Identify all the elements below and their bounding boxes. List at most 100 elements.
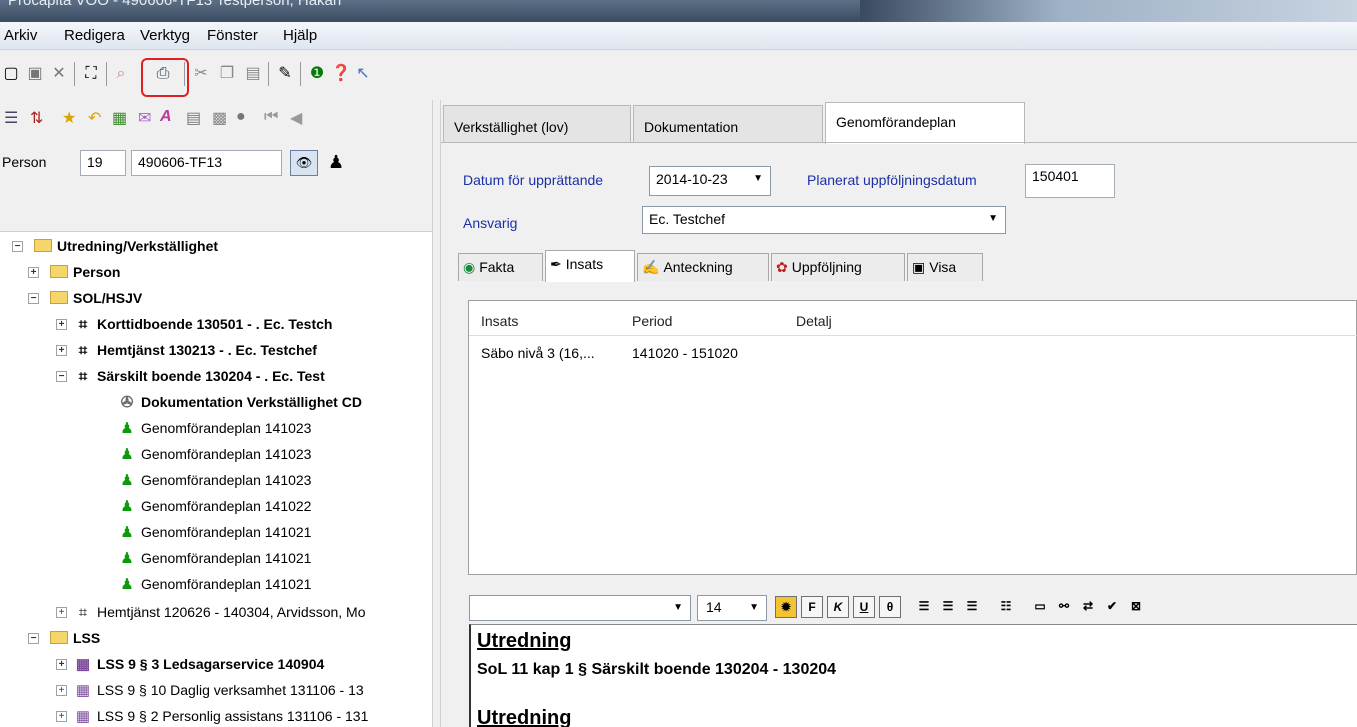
tree-sarskilt-boende[interactable]: − ⌗ Särskilt boende 130204 - . Ec. Test [56, 364, 325, 388]
tree-root[interactable]: − Utredning/Verkställighet [12, 234, 218, 258]
tree-hemtjanst-1[interactable]: + ⌗ Hemtjänst 130213 - . Ec. Testchef [56, 338, 317, 362]
mail-icon[interactable]: ✉ [138, 108, 151, 128]
tab-genomforandeplan[interactable]: Genomförandeplan [825, 102, 1025, 144]
view-person-button[interactable]: 👁 [290, 150, 318, 176]
bold-button[interactable]: F [801, 596, 823, 618]
tab-dokumentation[interactable]: Dokumentation [633, 105, 823, 142]
signature-pen-icon[interactable]: ✎ [274, 64, 296, 84]
align-center-icon[interactable]: ☰ [937, 596, 959, 618]
folder-icon [50, 631, 68, 644]
underline-button[interactable]: U [853, 596, 875, 618]
italic-button[interactable]: K [827, 596, 849, 618]
tree-genomforandeplan[interactable]: ♟ Genomförandeplan 141023 [118, 442, 311, 466]
undo-icon[interactable]: ↶ [88, 108, 101, 128]
bullet-list-icon[interactable]: ☷ [995, 596, 1017, 618]
person-plan-icon: ♟ [120, 576, 134, 593]
tree-lss-daglig-verksamhet[interactable]: + ▦ LSS 9 § 10 Daglig verksamhet 131106 -… [56, 678, 364, 702]
map-icon[interactable]: ▩ [212, 108, 227, 128]
replace-icon[interactable]: ⇄ [1077, 596, 1099, 618]
insert-icon[interactable]: ⊠ [1125, 596, 1147, 618]
folder-icon [50, 265, 68, 278]
column-detalj[interactable]: Detalj [796, 313, 832, 329]
help-icon[interactable]: ❓ [330, 64, 352, 84]
font-icon[interactable]: A [160, 108, 172, 126]
previous-record-icon[interactable]: ◀ [290, 108, 302, 128]
note-icon: ✍ [642, 259, 660, 275]
menu-arkiv[interactable]: Arkiv [4, 27, 37, 44]
chevron-down-icon: ▼ [673, 602, 683, 613]
folder-icon [34, 239, 52, 252]
tree-genomforandeplan[interactable]: ♟ Genomförandeplan 141022 [118, 494, 311, 518]
menu-redigera[interactable]: Redigera [64, 27, 125, 44]
pane-splitter[interactable] [432, 100, 441, 727]
menu-verktyg[interactable]: Verktyg [140, 27, 190, 44]
search-binoculars-icon[interactable]: ⛶ [80, 64, 102, 84]
new-document-icon[interactable]: ▢ [0, 64, 22, 84]
person-plan-icon: ♟ [120, 524, 134, 541]
list-icon[interactable]: ☰ [4, 108, 18, 128]
spellcheck-icon[interactable]: ✔ [1101, 596, 1123, 618]
tree-genomforandeplan[interactable]: ♟ Genomförandeplan 141023 [118, 416, 311, 440]
notes-icon[interactable]: ▤ [186, 108, 201, 128]
person-icon: ♟ [328, 152, 345, 172]
tree-dokumentation[interactable]: ✇ Dokumentation Verkställighet CD [118, 390, 362, 414]
strikethrough-icon[interactable]: θ [879, 596, 901, 618]
page-icon[interactable]: ▭ [1029, 596, 1051, 618]
editor-toolbar: ▼ 14 ▼ ✹ F K U θ ☰ ☰ ☰ ☷ ▭ ⚯ ⇄ ✔ ⊠ [469, 592, 1357, 622]
color-icon[interactable]: ✹ [775, 596, 797, 618]
tree-person[interactable]: + Person [28, 260, 120, 284]
paste-icon[interactable]: ▤ [242, 64, 264, 84]
tab-insats[interactable]: ✒ Insats [545, 250, 635, 282]
tab-uppfoljning[interactable]: ✿ Uppföljning [771, 253, 905, 281]
tab-fakta[interactable]: ◉ Fakta [458, 253, 543, 281]
tab-verkstallighet[interactable]: Verkställighet (lov) [443, 105, 631, 142]
tab-anteckning[interactable]: ✍ Anteckning [637, 253, 769, 281]
align-right-icon[interactable]: ☰ [961, 596, 983, 618]
save-icon[interactable]: ▣ [24, 64, 46, 84]
menu-fonster[interactable]: Fönster [207, 27, 258, 44]
menu-bar: Arkiv Redigera Verktyg Fönster Hjälp [0, 22, 1357, 50]
menu-hjalp[interactable]: Hjälp [283, 27, 317, 44]
tree-genomforandeplan[interactable]: ♟ Genomförandeplan 141021 [118, 572, 311, 596]
copy-icon[interactable]: ❐ [216, 64, 238, 84]
chevron-down-icon: ▼ [988, 213, 998, 224]
text-editor[interactable]: Utredning SoL 11 kap 1 § Särskilt boende… [469, 624, 1357, 727]
left-pane: ☰ ⇅ ★ ↶ ▦ ✉ A ▤ ▩ ● ⏮ ◀ Person 19 490606… [0, 100, 432, 727]
tree-lss[interactable]: − LSS [28, 626, 100, 650]
help-pointer-icon[interactable]: ↖ [352, 64, 374, 84]
first-record-icon[interactable]: ⏮ [264, 108, 278, 126]
tree-hemtjanst-2[interactable]: + ⌗ Hemtjänst 120626 - 140304, Arvidsson,… [56, 600, 366, 624]
align-left-icon[interactable]: ☰ [913, 596, 935, 618]
star-icon[interactable]: ★ [62, 108, 76, 128]
tree-lss-personlig-assistans[interactable]: + ▦ LSS 9 § 2 Personlig assistans 131106 … [56, 704, 368, 727]
column-period[interactable]: Period [632, 313, 672, 329]
personnummer-field[interactable]: 490606-TF13 [131, 150, 282, 176]
font-size-select[interactable]: 14 ▼ [697, 595, 767, 621]
tree-genomforandeplan[interactable]: ♟ Genomförandeplan 141021 [118, 520, 311, 544]
sort-icon[interactable]: ⇅ [30, 108, 43, 128]
font-family-select[interactable]: ▼ [469, 595, 691, 621]
uppfoljning-label: Planerat uppföljningsdatum [807, 172, 977, 188]
record-icon[interactable]: ● [236, 108, 246, 126]
person-number-field[interactable]: 19 [80, 150, 126, 176]
tab-visa[interactable]: ▣ Visa [907, 253, 983, 281]
tree-genomforandeplan[interactable]: ♟ Genomförandeplan 141023 [118, 468, 311, 492]
tree-korttidboende[interactable]: + ⌗ Korttidboende 130501 - . Ec. Testch [56, 312, 332, 336]
tree-sol-hsjv[interactable]: − SOL/HSJV [28, 286, 142, 310]
table-row-insats[interactable]: Säbo nivå 3 (16,... [481, 345, 595, 361]
lss-icon: ▦ [75, 656, 91, 673]
info-icon[interactable]: ❶ [306, 64, 328, 84]
datum-picker[interactable]: 2014-10-23 ▼ [649, 166, 771, 196]
tree-lss-ledsagarservice[interactable]: + ▦ LSS 9 § 3 Ledsagarservice 140904 [56, 652, 324, 676]
tree-genomforandeplan[interactable]: ♟ Genomförandeplan 141021 [118, 546, 311, 570]
find-icon[interactable]: ⌕ [110, 64, 132, 84]
cut-icon[interactable]: ✂ [190, 64, 212, 84]
delete-icon[interactable]: ✕ [48, 64, 70, 84]
uppfoljningsdatum-field[interactable]: 150401 [1025, 164, 1115, 198]
find-binoculars-icon[interactable]: ⚯ [1053, 596, 1075, 618]
chevron-down-icon: ▼ [753, 173, 763, 184]
table-row-period[interactable]: 141020 - 151020 [632, 345, 738, 361]
column-insats[interactable]: Insats [481, 313, 518, 329]
chart-icon[interactable]: ▦ [112, 108, 127, 128]
ansvarig-select[interactable]: Ec. Testchef ▼ [642, 206, 1006, 234]
